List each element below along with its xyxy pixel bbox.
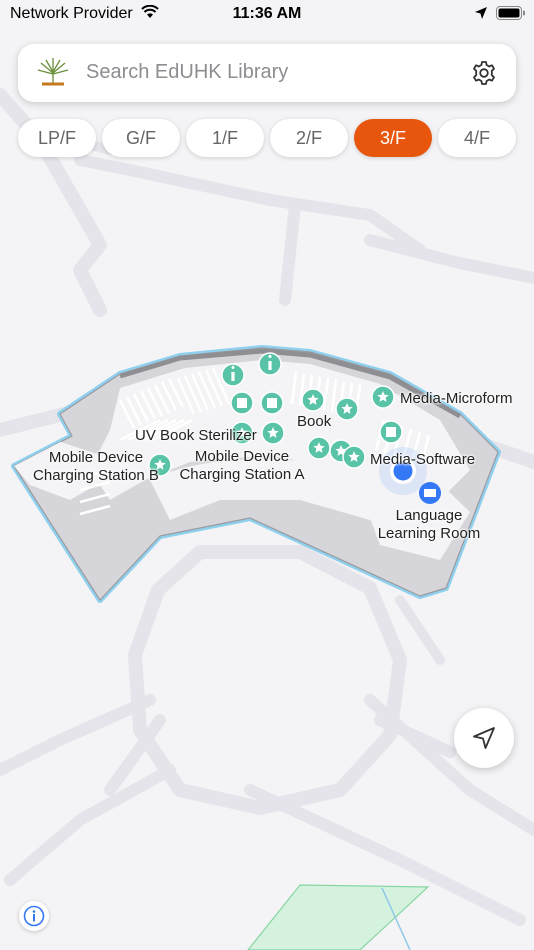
floor-tab-3[interactable]: 3/F [354, 119, 432, 157]
poi-marker-person-icon[interactable] [221, 363, 245, 387]
label-uv-book-sterilizer[interactable]: UV Book Sterilizer [135, 427, 257, 445]
label-charging-a-line1: Mobile Device [194, 448, 290, 465]
poi-marker-star-icon[interactable] [342, 445, 366, 469]
poi-marker-star-icon[interactable] [301, 388, 325, 412]
label-charging-station-a[interactable]: Mobile Device Charging Station A [172, 448, 312, 484]
floor-selector: LP/F G/F 1/F 2/F 3/F 4/F [18, 119, 518, 159]
floor-tab-4[interactable]: 4/F [438, 119, 516, 157]
poi-marker-media-icon[interactable] [379, 420, 403, 444]
search-input[interactable]: Search EdUHK Library [86, 61, 288, 84]
label-charging-a-line2: Charging Station A [179, 466, 305, 483]
location-arrow-icon [474, 6, 488, 25]
floor-tab-1[interactable]: 1/F [186, 119, 264, 157]
navigation-arrow-icon [473, 727, 495, 749]
poi-marker-toilet-icon[interactable] [230, 391, 254, 415]
clock: 11:36 AM [232, 5, 302, 22]
label-language-line2: Learning Room [377, 525, 481, 542]
battery-icon [496, 6, 526, 25]
search-bar[interactable]: Search EdUHK Library [18, 44, 516, 102]
poi-marker-stairs-icon[interactable] [260, 391, 284, 415]
poi-marker-star-icon[interactable] [261, 421, 285, 445]
poi-marker-star-icon[interactable] [335, 397, 359, 421]
label-media-microform[interactable]: Media-Microform [400, 390, 513, 408]
info-button[interactable] [19, 901, 49, 931]
locate-button[interactable] [454, 708, 514, 768]
library-logo-icon [36, 57, 70, 92]
label-charging-b-line2: Charging Station B [33, 467, 159, 484]
poi-marker-star-icon[interactable] [371, 385, 395, 409]
floor-tab-2[interactable]: 2/F [270, 119, 348, 157]
label-language-learning-room[interactable]: Language Learning Room [370, 507, 488, 543]
label-charging-station-b[interactable]: Mobile Device Charging Station B [14, 449, 178, 485]
floor-tab-lp[interactable]: LP/F [18, 119, 96, 157]
poi-marker-person-icon[interactable] [258, 352, 282, 376]
floor-tab-g[interactable]: G/F [102, 119, 180, 157]
status-bar: Network Provider 11:36 AM [0, 0, 534, 30]
gear-icon[interactable] [471, 60, 497, 91]
info-icon [23, 905, 45, 927]
label-language-line1: Language [395, 507, 463, 524]
label-book[interactable]: Book [297, 413, 331, 431]
label-charging-b-line1: Mobile Device [48, 449, 144, 466]
label-media-software[interactable]: Media-Software [370, 451, 475, 469]
